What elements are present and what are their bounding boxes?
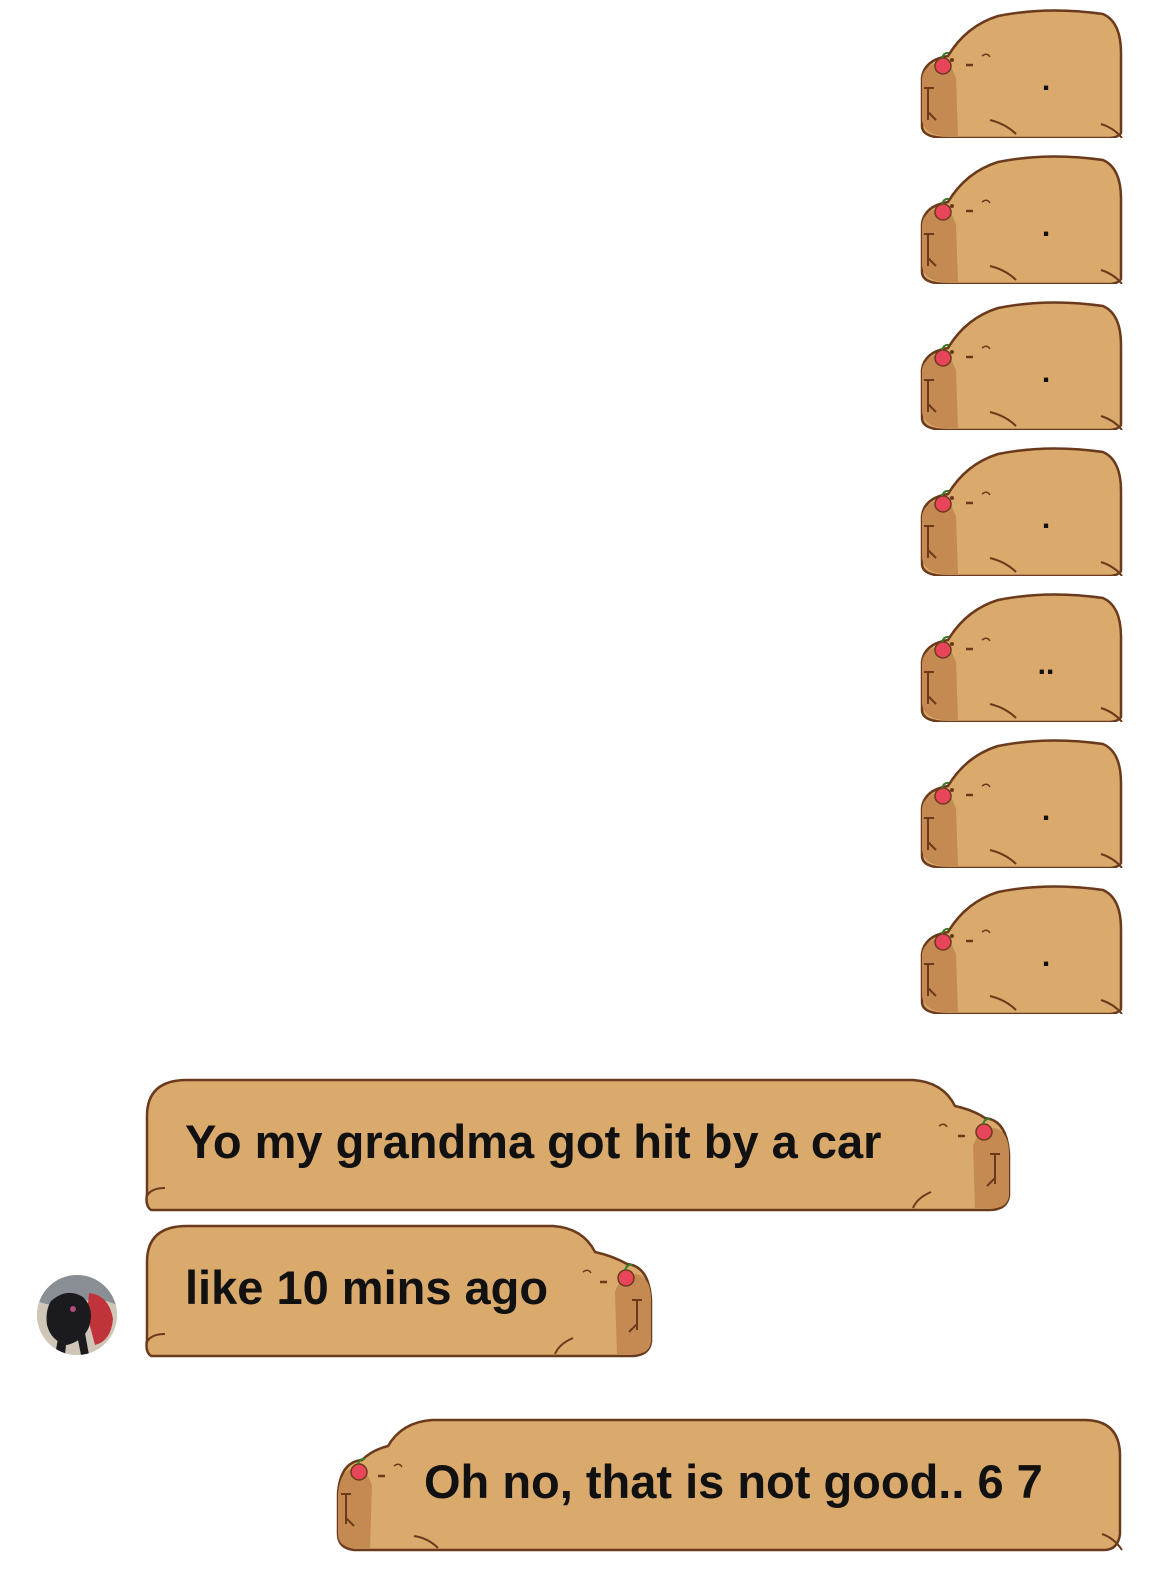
capybara-icon <box>920 447 1123 576</box>
message-text: like 10 mins ago <box>185 1261 549 1314</box>
sent-message-bubble[interactable]: . <box>918 884 1123 1014</box>
capybara-icon <box>920 739 1123 868</box>
contact-avatar[interactable] <box>37 1275 117 1355</box>
message-text: . <box>1041 794 1051 827</box>
received-message-bubble[interactable]: like 10 mins ago <box>143 1222 653 1358</box>
capybara-icon <box>920 9 1123 138</box>
message-text: . <box>1041 940 1051 973</box>
message-text: . <box>1041 64 1051 97</box>
message-text: Yo my grandma got hit by a car <box>185 1115 882 1168</box>
capybara-icon <box>920 301 1123 430</box>
sent-message-bubble[interactable]: . <box>918 300 1123 430</box>
message-text: . <box>1041 210 1051 243</box>
sent-message-bubble[interactable]: .. <box>918 592 1123 722</box>
message-text: Oh no, that is not good.. 6 7 <box>424 1455 1043 1508</box>
message-text: . <box>1041 356 1051 389</box>
capybara-icon <box>920 593 1123 722</box>
sent-message-bubble[interactable]: . <box>918 8 1123 138</box>
received-message-bubble[interactable]: Yo my grandma got hit by a car <box>143 1076 1011 1212</box>
chat-thread: . . . . .. . . Yo my grandma got hit by … <box>0 0 1170 1580</box>
message-text: .. <box>1037 648 1055 681</box>
capybara-icon <box>920 885 1123 1014</box>
capybara-icon <box>920 155 1123 284</box>
message-text: . <box>1041 502 1051 535</box>
avatar-photo <box>37 1275 117 1355</box>
sent-message-bubble[interactable]: . <box>918 446 1123 576</box>
sent-message-bubble[interactable]: Oh no, that is not good.. 6 7 <box>334 1416 1124 1552</box>
sent-message-bubble[interactable]: . <box>918 738 1123 868</box>
sent-message-bubble[interactable]: . <box>918 154 1123 284</box>
